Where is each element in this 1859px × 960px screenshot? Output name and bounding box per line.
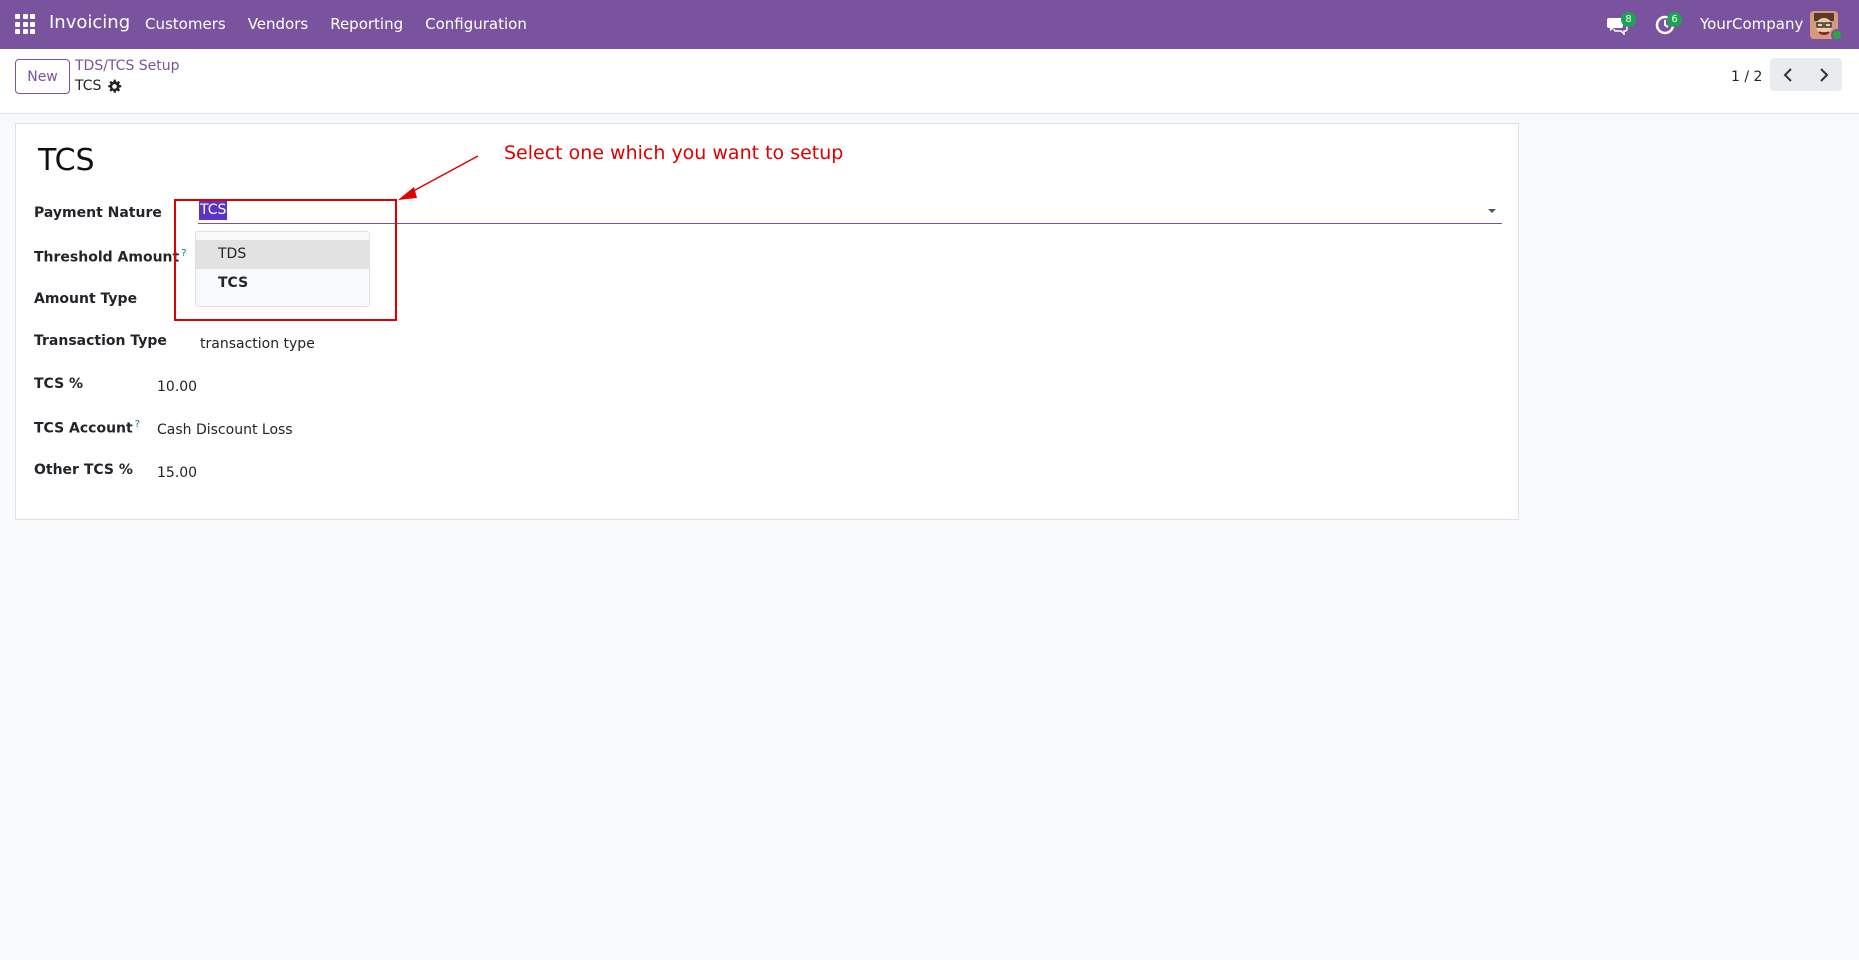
- new-button[interactable]: New: [15, 59, 70, 94]
- top-navbar: Invoicing Customers Vendors Reporting Co…: [0, 0, 1859, 49]
- breadcrumb-parent[interactable]: TDS/TCS Setup: [75, 58, 180, 74]
- caret-down-icon: [1488, 209, 1496, 213]
- annotation-text: Select one which you want to setup: [504, 142, 844, 164]
- apps-menu-icon[interactable]: [15, 14, 35, 34]
- form-sheet: TCS Payment Nature TCS Threshold Amount?…: [15, 123, 1519, 520]
- company-switcher[interactable]: YourCompany: [1700, 15, 1803, 33]
- breadcrumb-current: TCS: [75, 78, 102, 94]
- threshold-amount-label: Threshold Amount?: [34, 248, 187, 266]
- amount-type-label: Amount Type: [34, 291, 138, 307]
- annotation-arrow-icon: [398, 155, 479, 200]
- messages-count-badge: 8: [1621, 12, 1636, 27]
- transaction-type-label: Transaction Type: [34, 333, 167, 349]
- chevron-right-icon: [1820, 67, 1829, 82]
- chevron-left-icon: [1783, 67, 1792, 82]
- control-panel: New TDS/TCS Setup TCS 1 / 2: [0, 49, 1859, 114]
- transaction-type-field[interactable]: transaction type: [200, 336, 315, 352]
- app-name[interactable]: Invoicing: [49, 12, 130, 33]
- record-title: TCS: [38, 143, 95, 178]
- pager-previous-button[interactable]: [1770, 58, 1806, 91]
- main-menu: Customers Vendors Reporting Configuratio…: [145, 15, 549, 33]
- menu-vendors[interactable]: Vendors: [248, 15, 309, 33]
- help-tooltip-icon[interactable]: ?: [135, 419, 140, 430]
- gear-icon[interactable]: [107, 79, 122, 94]
- menu-customers[interactable]: Customers: [145, 15, 226, 33]
- online-status-dot: [1831, 29, 1843, 41]
- pager-next-button[interactable]: [1806, 58, 1842, 91]
- tcs-percent-label: TCS %: [34, 376, 84, 392]
- tcs-percent-field[interactable]: 10.00: [157, 379, 197, 395]
- tcs-account-field[interactable]: Cash Discount Loss: [157, 422, 293, 438]
- other-tcs-percent-label: Other TCS %: [34, 462, 133, 478]
- other-tcs-percent-field[interactable]: 15.00: [157, 465, 197, 481]
- menu-reporting[interactable]: Reporting: [330, 15, 403, 33]
- menu-configuration[interactable]: Configuration: [425, 15, 527, 33]
- pager-value[interactable]: 1 / 2: [1731, 69, 1762, 85]
- tcs-account-label: TCS Account?: [34, 419, 141, 437]
- activities-count-badge: 6: [1667, 12, 1682, 27]
- annotation-highlight-box: [174, 199, 397, 321]
- payment-nature-label: Payment Nature: [34, 205, 162, 221]
